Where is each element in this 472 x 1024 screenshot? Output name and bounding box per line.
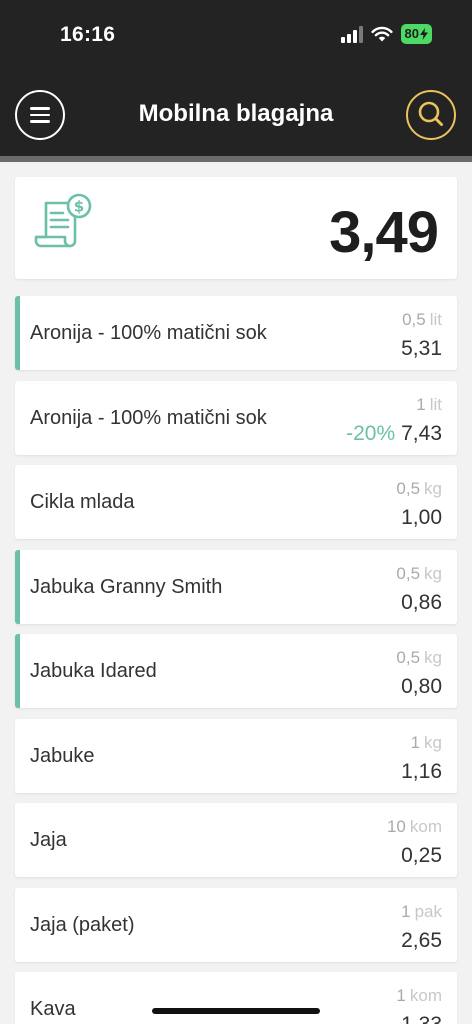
item-name: Jabuka Idared [30,660,157,682]
item-unit: lit [429,310,442,329]
item-qty-value: 1 [416,394,426,414]
battery-level: 80 [404,26,419,41]
item-unit: kg [424,648,442,667]
list-item[interactable]: Jabuka Granny Smith 0,5 kg 0,86 [15,549,457,624]
cart-item-list: Aronija - 100% matični sok 0,5 lit 5,31 Aron… [15,296,457,1024]
item-qty-value: 0,5 [402,310,426,329]
item-unit: kg [424,563,442,583]
item-price: 0,25 [401,844,442,867]
list-item[interactable]: Jaja 10 kom 0,25 [15,803,457,877]
svg-text:$: $ [74,198,84,216]
item-price-row: 1,00 [401,506,442,530]
list-item[interactable]: Aronija - 100% matični sok 1 lit -20% 7,43 [15,380,457,455]
item-unit: kg [424,479,442,498]
item-name: Cikla mlada [30,491,135,513]
list-item[interactable]: Kava 1kom 1,33 [15,972,457,1024]
total-amount: 3,49 [329,200,439,265]
item-quantity: 10 kom [387,817,442,837]
list-item[interactable]: Jabuke 1 kg 1,16 [15,718,457,793]
item-unit: pak [414,901,442,921]
item-quantity: 0,5 kg [396,479,442,499]
item-name: Jaja [30,829,67,851]
item-qty-value: 1 [401,901,411,921]
item-price-row: 0,80 [401,675,442,699]
item-price: 0,80 [401,675,442,698]
item-qty-value: 0,5 [396,648,421,667]
item-name: Kava [30,998,76,1020]
item-name: Aronija - 100% matični sok [30,322,267,344]
item-unit: lit [429,394,442,414]
item-price-row: 1,33 [401,1013,442,1024]
item-price: 1,16 [401,759,442,783]
item-name: Jabuke [30,744,95,767]
search-icon [418,101,443,126]
item-qty-value: 10 [386,817,406,836]
item-name: Jaja (paket) [30,913,135,936]
item-price: 7,43 [401,421,442,445]
item-unit: kom [409,817,442,836]
item-name: Jabuka Granny Smith [30,575,223,598]
item-qty-value: 1 [410,732,421,752]
signal-icon [340,25,363,43]
item-price: 1,00 [401,506,442,529]
item-quantity: 0,5 kg [396,648,442,668]
list-item[interactable]: Jaja (paket) 1 pak 2,65 [15,887,457,962]
item-price-row: 0,25 [401,844,442,868]
home-indicator[interactable] [152,1008,320,1014]
item-quantity: 1 kom [396,986,442,1006]
charging-bolt-icon [420,28,428,40]
item-price-row: -20% 7,43 [346,422,442,446]
list-item[interactable]: Cikla mlada 0,5 kg 1,00 [15,465,457,539]
item-name: Aronija - 100% matični sok [30,406,267,429]
item-discount: -20% [346,421,396,445]
item-quantity: 0,5 lit [402,310,442,330]
item-price: 0,86 [401,590,442,614]
item-quantity: 0,5 kg [396,564,442,584]
list-item[interactable]: Aronija - 100% matični sok 0,5 lit 5,31 [15,296,457,370]
item-qty-value: 1 [396,986,406,1005]
item-unit: kg [424,732,442,752]
item-price: 1,33 [401,1013,442,1024]
item-price-row: 0,86 [401,591,442,615]
total-card: $ 3,49 [15,177,457,279]
item-quantity: 1 pak [401,902,442,922]
item-price-row: 1,16 [401,760,442,784]
item-quantity: 1 lit [416,395,442,415]
search-button[interactable] [406,90,456,140]
status-icons: 80 [340,24,432,44]
item-price: 5,31 [401,337,442,360]
item-unit: kom [409,986,442,1005]
item-price: 2,65 [401,928,442,952]
receipt-dollar-icon: $ [34,193,92,248]
wifi-icon [370,26,393,42]
list-item[interactable]: Jabuka Idared 0,5 kg 0,80 [15,634,457,708]
item-qty-value: 0,5 [396,563,421,583]
battery-indicator: 80 [400,24,432,44]
page-title: Mobilna blagajna [138,100,334,127]
item-price-row: 2,65 [401,929,442,953]
status-time: 16:16 [60,23,116,46]
item-qty-value: 0,5 [396,479,421,498]
item-quantity: 1 kg [411,733,442,753]
header-divider [0,156,472,162]
status-bar: 16:16 80 [0,0,472,72]
item-price-row: 5,31 [401,337,442,361]
